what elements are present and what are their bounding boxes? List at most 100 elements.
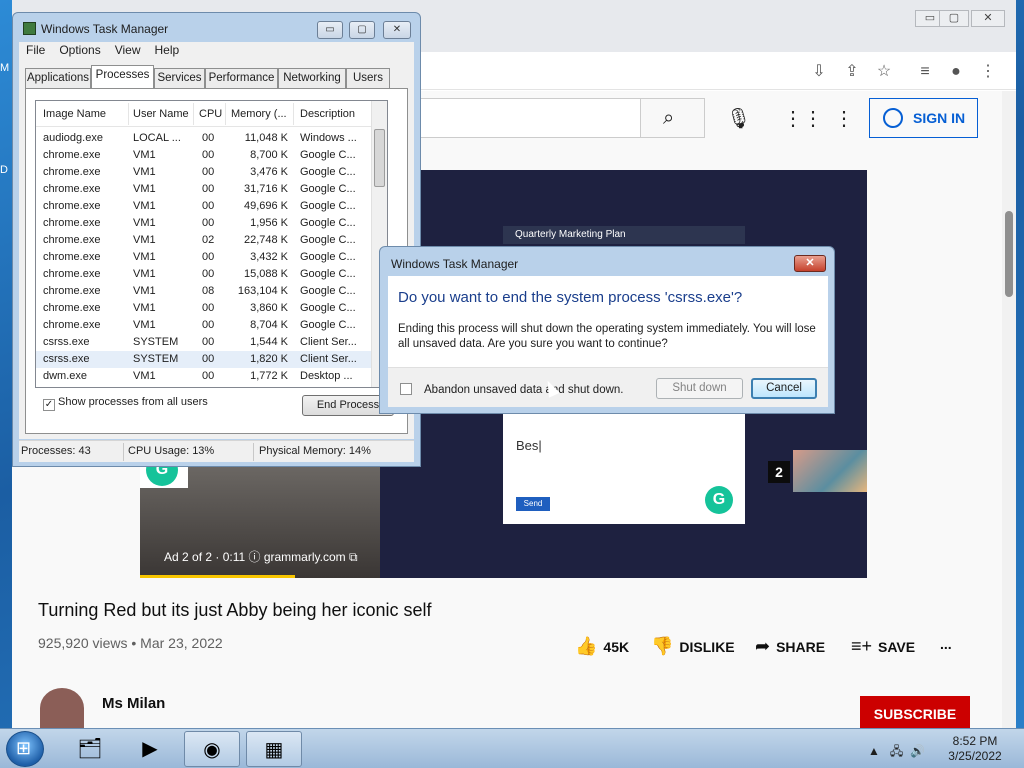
tm-maximize-button[interactable]: ▢ xyxy=(349,21,375,39)
share-button[interactable]: ➦ SHARE xyxy=(755,636,825,657)
cell-memory: 1,544 K xyxy=(250,336,288,348)
more-actions-button[interactable]: ... xyxy=(940,636,952,652)
taskbar-media-player-icon[interactable]: ▶ xyxy=(122,731,178,767)
cell-image-name: csrss.exe xyxy=(43,336,90,348)
taskbar-explorer-icon[interactable]: 🗂 xyxy=(62,731,118,767)
table-row[interactable]: chrome.exe VM1 00 1,956 K Google C... xyxy=(36,215,372,232)
table-row[interactable]: chrome.exe VM1 00 3,476 K Google C... xyxy=(36,164,372,181)
cell-user-name: VM1 xyxy=(133,370,156,382)
tab-services[interactable]: Services xyxy=(154,68,205,88)
abandon-data-checkbox[interactable]: Abandon unsaved data and shut down. xyxy=(400,383,624,396)
table-row[interactable]: chrome.exe VM1 00 8,704 K Google C... xyxy=(36,317,372,334)
ad-card-header: Quarterly Marketing Plan xyxy=(503,226,745,244)
settings-menu-icon[interactable]: ⋮ xyxy=(834,106,854,131)
browser-menu-icon[interactable]: ⋮ xyxy=(978,62,998,82)
sign-in-label: SIGN IN xyxy=(913,110,966,126)
tm-status-bar: Processes: 43 CPU Usage: 13% Physical Me… xyxy=(19,440,414,462)
video-title: Turning Red but its just Abby being her … xyxy=(38,600,432,620)
channel-avatar[interactable] xyxy=(40,688,84,728)
bookmark-star-icon[interactable]: ☆ xyxy=(874,62,894,82)
cell-user-name: SYSTEM xyxy=(133,336,179,348)
network-icon[interactable]: 🖧 xyxy=(890,744,903,758)
table-row[interactable]: csrss.exe SYSTEM 00 1,544 K Client Ser... xyxy=(36,334,372,351)
menu-options[interactable]: Options xyxy=(52,42,107,58)
process-list[interactable]: Image Name User Name CPU Memory (... Des… xyxy=(35,100,388,388)
table-row[interactable]: chrome.exe VM1 00 15,088 K Google C... xyxy=(36,266,372,283)
apps-grid-icon[interactable]: ⋮⋮ xyxy=(783,106,823,131)
menu-view[interactable]: View xyxy=(108,42,148,58)
menu-file[interactable]: File xyxy=(19,42,52,58)
clock[interactable]: 8:52 PM 3/25/2022 xyxy=(940,734,1010,764)
browser-maximize-button[interactable]: ▢ xyxy=(939,10,969,27)
table-row[interactable]: audiodg.exe LOCAL ... 00 11,048 K Windows ..… xyxy=(36,130,372,147)
microphone-icon[interactable]: 🎙 xyxy=(726,106,751,131)
sign-in-button[interactable]: SIGN IN xyxy=(869,98,978,138)
show-all-processes-checkbox[interactable]: ✓ Show processes from all users xyxy=(43,396,208,411)
tab-performance[interactable]: Performance xyxy=(205,68,278,88)
table-row[interactable]: dwm.exe VM1 00 1,772 K Desktop ... xyxy=(36,368,372,385)
taskbar-task-manager-icon[interactable]: ▦ xyxy=(246,731,302,767)
cell-cpu: 00 xyxy=(202,217,215,229)
account-icon xyxy=(883,108,903,128)
share-page-icon[interactable]: ⇪ xyxy=(842,62,862,82)
cell-image-name: dwm.exe xyxy=(43,370,88,382)
col-cpu[interactable]: CPU xyxy=(199,108,222,120)
cell-cpu: 00 xyxy=(202,268,215,280)
table-row[interactable]: csrss.exe SYSTEM 00 1,820 K Client Ser... xyxy=(36,351,372,368)
table-row[interactable]: chrome.exe VM1 08 163,104 K Google C... xyxy=(36,283,372,300)
cancel-button[interactable]: Cancel xyxy=(751,378,817,399)
cell-image-name: chrome.exe xyxy=(43,200,101,212)
cell-image-name: csrss.exe xyxy=(43,353,90,365)
channel-name[interactable]: Ms Milan xyxy=(102,695,165,712)
search-button[interactable]: ⌕ xyxy=(640,98,705,138)
cell-user-name: SYSTEM xyxy=(133,353,179,365)
table-row[interactable]: chrome.exe VM1 00 31,716 K Google C... xyxy=(36,181,372,198)
dialog-close-button[interactable]: ✕ xyxy=(794,255,826,272)
table-row[interactable]: chrome.exe VM1 02 22,748 K Google C... xyxy=(36,232,372,249)
page-scrollbar-thumb[interactable] xyxy=(1005,211,1013,297)
tab-applications[interactable]: Applications xyxy=(25,68,91,88)
system-tray: ▲ 🖧 🔊 xyxy=(868,742,925,763)
cell-memory: 1,820 K xyxy=(250,353,288,365)
next-video-thumbnail[interactable] xyxy=(793,450,867,492)
volume-icon[interactable]: 🔊 xyxy=(910,744,925,758)
desktop-icon-label-m[interactable]: M xyxy=(0,62,9,74)
table-row[interactable]: chrome.exe VM1 00 3,432 K Google C... xyxy=(36,249,372,266)
cell-user-name: VM1 xyxy=(133,268,156,280)
desktop-icon-label-d[interactable]: D xyxy=(0,164,8,176)
like-button[interactable]: 👍 45K xyxy=(575,636,629,657)
search-input[interactable] xyxy=(408,98,640,138)
tab-users[interactable]: Users xyxy=(346,68,390,88)
col-image-name[interactable]: Image Name xyxy=(43,108,106,120)
tm-close-button[interactable]: ✕ xyxy=(383,21,411,39)
cell-memory: 11,048 K xyxy=(244,132,288,144)
media-control-icon[interactable]: ≡ xyxy=(915,62,935,82)
save-button[interactable]: ≡+ SAVE xyxy=(851,636,915,657)
ad-info[interactable]: Ad 2 of 2 · 0:11 ⓘ grammarly.com ⧉ xyxy=(164,548,358,565)
table-row[interactable]: chrome.exe VM1 00 8,700 K Google C... xyxy=(36,147,372,164)
tray-expand-icon[interactable]: ▲ xyxy=(868,744,880,758)
col-memory[interactable]: Memory (... xyxy=(231,108,287,120)
cell-memory: 3,432 K xyxy=(250,251,288,263)
menu-help[interactable]: Help xyxy=(148,42,187,58)
subscribe-button[interactable]: SUBSCRIBE xyxy=(860,696,970,728)
dislike-button[interactable]: 👎 DISLIKE xyxy=(651,636,735,657)
tab-processes[interactable]: Processes xyxy=(91,65,154,89)
table-row[interactable]: chrome.exe VM1 00 3,860 K Google C... xyxy=(36,300,372,317)
browser-close-button[interactable]: ✕ xyxy=(971,10,1005,27)
taskbar-chrome-icon[interactable]: ◉ xyxy=(184,731,240,767)
col-description[interactable]: Description xyxy=(300,108,355,120)
install-app-icon[interactable]: ⇩ xyxy=(809,62,829,82)
process-list-scroll-thumb[interactable] xyxy=(374,129,385,187)
shutdown-button[interactable]: Shut down xyxy=(656,378,743,399)
tm-minimize-button[interactable]: ▭ xyxy=(317,21,343,39)
abandon-data-check-box[interactable] xyxy=(400,383,412,395)
tab-networking[interactable]: Networking xyxy=(278,68,346,88)
profile-icon[interactable]: ● xyxy=(946,62,966,82)
cell-user-name: VM1 xyxy=(133,200,156,212)
start-button[interactable] xyxy=(6,731,44,767)
show-all-check-icon[interactable]: ✓ xyxy=(43,399,55,411)
col-user-name[interactable]: User Name xyxy=(133,108,189,120)
table-row[interactable]: chrome.exe VM1 00 49,696 K Google C... xyxy=(36,198,372,215)
page-scrollbar[interactable] xyxy=(1002,91,1016,728)
